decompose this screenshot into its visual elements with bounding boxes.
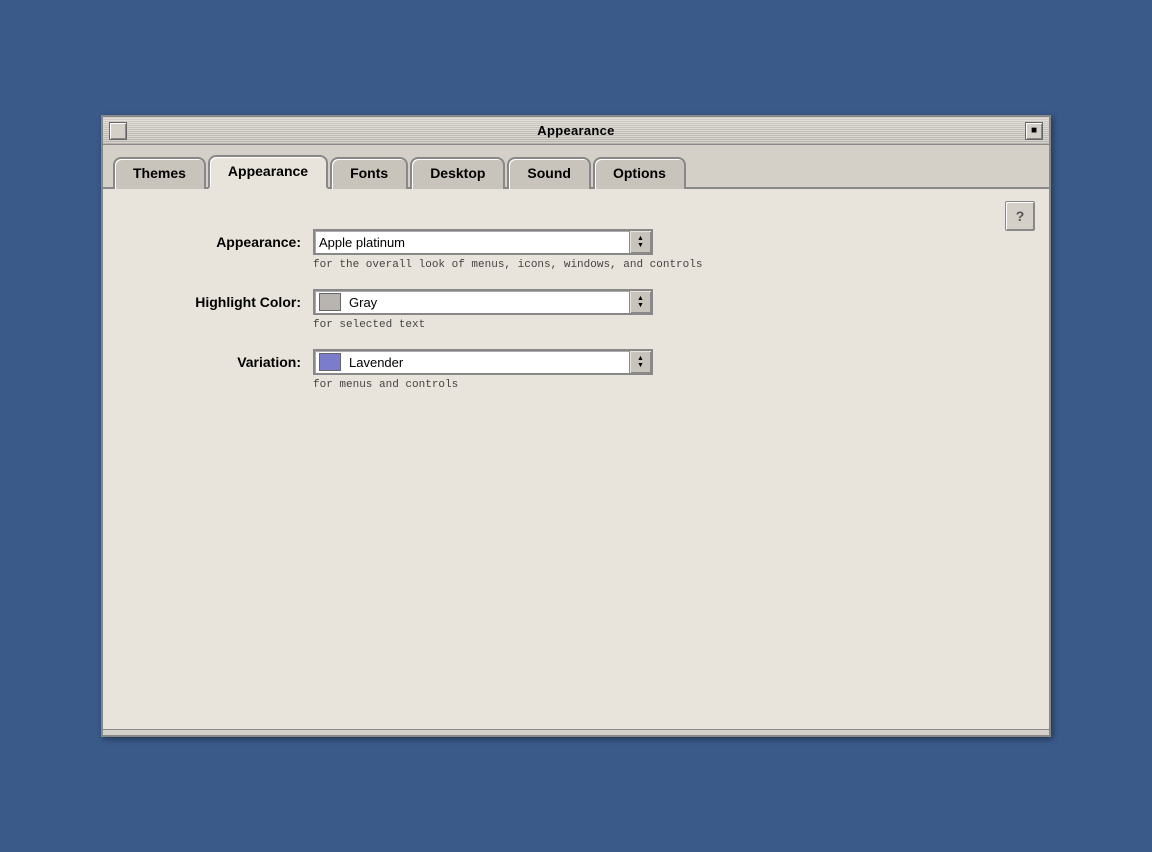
highlight-color-value: Gray: [345, 295, 629, 310]
tab-appearance[interactable]: Appearance: [208, 155, 328, 189]
help-button[interactable]: ?: [1005, 201, 1035, 231]
variation-field-group: Lavender ▲ ▼ for menus and controls: [313, 349, 653, 391]
appearance-arrows[interactable]: ▲ ▼: [629, 231, 651, 253]
variation-swatch: [319, 353, 341, 371]
tabs-row: Themes Appearance Fonts Desktop Sound Op…: [103, 145, 1049, 189]
highlight-color-arrows[interactable]: ▲ ▼: [629, 291, 651, 313]
variation-value: Lavender: [345, 355, 629, 370]
help-icon: ?: [1016, 208, 1025, 224]
zoom-icon: ■: [1031, 125, 1037, 136]
main-window: Appearance ■ Themes Appearance Fonts Des…: [101, 115, 1051, 737]
appearance-value: Apple platinum: [315, 235, 629, 250]
arrow-down-icon: ▼: [637, 242, 644, 249]
highlight-color-row: Highlight Color: Gray ▲ ▼ for selected t…: [133, 289, 1019, 331]
appearance-row: Appearance: Apple platinum ▲ ▼ for the o…: [133, 229, 1019, 271]
window-title: Appearance: [127, 123, 1025, 138]
highlight-color-hint: for selected text: [313, 319, 653, 331]
appearance-field-group: Apple platinum ▲ ▼ for the overall look …: [313, 229, 702, 271]
bottom-border: [103, 729, 1049, 735]
variation-hint: for menus and controls: [313, 379, 653, 391]
tab-desktop[interactable]: Desktop: [410, 157, 505, 191]
arrow-up-icon: ▲: [637, 235, 644, 242]
variation-select[interactable]: Lavender ▲ ▼: [313, 349, 653, 375]
highlight-color-swatch: [319, 293, 341, 311]
content-area: ? Appearance: Apple platinum ▲ ▼ for the…: [103, 189, 1049, 729]
arrow-up-icon: ▲: [637, 295, 644, 302]
tab-themes[interactable]: Themes: [113, 157, 206, 191]
variation-arrows[interactable]: ▲ ▼: [629, 351, 651, 373]
tab-options[interactable]: Options: [593, 157, 686, 191]
variation-row: Variation: Lavender ▲ ▼ for menus and co…: [133, 349, 1019, 391]
arrow-down-icon: ▼: [637, 302, 644, 309]
appearance-label: Appearance:: [133, 229, 313, 250]
highlight-color-field-group: Gray ▲ ▼ for selected text: [313, 289, 653, 331]
title-bar: Appearance ■: [103, 117, 1049, 145]
appearance-hint: for the overall look of menus, icons, wi…: [313, 259, 702, 271]
appearance-select[interactable]: Apple platinum ▲ ▼: [313, 229, 653, 255]
tab-sound[interactable]: Sound: [507, 157, 591, 191]
close-button[interactable]: [109, 122, 127, 140]
zoom-button[interactable]: ■: [1025, 122, 1043, 140]
arrow-down-icon: ▼: [637, 362, 644, 369]
arrow-up-icon: ▲: [637, 355, 644, 362]
highlight-color-label: Highlight Color:: [133, 289, 313, 310]
highlight-color-select[interactable]: Gray ▲ ▼: [313, 289, 653, 315]
form-section: Appearance: Apple platinum ▲ ▼ for the o…: [133, 229, 1019, 391]
variation-label: Variation:: [133, 349, 313, 370]
tab-fonts[interactable]: Fonts: [330, 157, 408, 191]
